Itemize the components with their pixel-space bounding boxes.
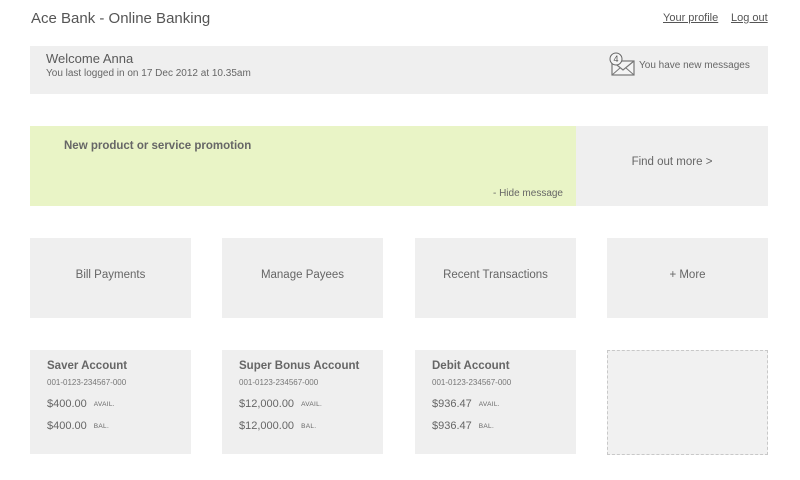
account-number: 001-0123-234567-000	[47, 378, 127, 387]
promotion-banner: New product or service promotion - Hide …	[30, 126, 576, 206]
bal-label: BAL.	[478, 423, 495, 430]
available-amount: $936.47	[432, 398, 472, 410]
find-out-more-button[interactable]: Find out more >	[576, 126, 768, 206]
account-name: Super Bonus Account	[239, 360, 360, 372]
bill-payments-tile[interactable]: Bill Payments	[30, 238, 191, 318]
app-title: Ace Bank - Online Banking	[31, 10, 211, 27]
find-out-more-label: Find out more >	[631, 156, 713, 168]
avail-label: AVAIL.	[478, 401, 500, 408]
balance-amount: $936.47	[432, 420, 472, 432]
envelope-icon[interactable]: 4	[608, 52, 636, 78]
available-balance: $400.00 AVAIL.	[47, 398, 115, 410]
manage-payees-tile[interactable]: Manage Payees	[222, 238, 383, 318]
account-number: 001-0123-234567-000	[432, 378, 512, 387]
welcome-greeting: Welcome Anna	[46, 51, 134, 66]
account-number: 001-0123-234567-000	[239, 378, 319, 387]
empty-account-slot[interactable]	[607, 350, 768, 455]
account-name: Debit Account	[432, 360, 510, 372]
avail-label: AVAIL.	[301, 401, 323, 408]
account-balance: $936.47 BAL.	[432, 420, 494, 432]
your-profile-link[interactable]: Your profile	[663, 12, 718, 24]
available-balance: $936.47 AVAIL.	[432, 398, 500, 410]
balance-amount: $400.00	[47, 420, 87, 432]
balance-amount: $12,000.00	[239, 420, 295, 432]
hide-message-link[interactable]: - Hide message	[493, 188, 563, 199]
account-name: Saver Account	[47, 360, 128, 372]
saver-account-card[interactable]: Saver Account 001-0123-234567-000 $400.0…	[30, 350, 191, 454]
tile-label: Recent Transactions	[443, 269, 548, 281]
last-login-text: You last logged in on 17 Dec 2012 at 10.…	[46, 68, 251, 79]
more-tile[interactable]: + More	[607, 238, 768, 318]
account-balance: $12,000.00 BAL.	[239, 420, 316, 432]
bal-label: BAL.	[301, 423, 317, 430]
message-count: 4	[613, 54, 618, 64]
recent-transactions-tile[interactable]: Recent Transactions	[415, 238, 576, 318]
bal-label: BAL.	[93, 423, 110, 430]
avail-label: AVAIL.	[93, 401, 115, 408]
available-balance: $12,000.00 AVAIL.	[239, 398, 322, 410]
super-bonus-account-card[interactable]: Super Bonus Account 001-0123-234567-000 …	[222, 350, 383, 454]
account-balance: $400.00 BAL.	[47, 420, 109, 432]
new-messages-text[interactable]: You have new messages	[639, 60, 750, 71]
tile-label: Manage Payees	[260, 269, 345, 281]
tile-label: + More	[669, 269, 706, 281]
log-out-link[interactable]: Log out	[731, 12, 768, 24]
available-amount: $12,000.00	[239, 398, 295, 410]
welcome-panel: Welcome Anna You last logged in on 17 De…	[30, 46, 768, 94]
available-amount: $400.00	[47, 398, 87, 410]
debit-account-card[interactable]: Debit Account 001-0123-234567-000 $936.4…	[415, 350, 576, 454]
tile-label: Bill Payments	[75, 269, 146, 281]
promotion-title: New product or service promotion	[64, 140, 252, 152]
